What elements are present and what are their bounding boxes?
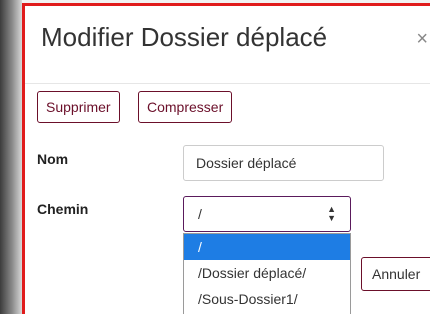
dialog-title: Modifier Dossier déplacé — [41, 22, 328, 52]
screen-frame: Modifier Dossier déplacé × Supprimer Com… — [0, 0, 430, 314]
dropdown-option[interactable]: / — [184, 234, 350, 260]
name-label: Nom — [37, 151, 69, 167]
dropdown-option[interactable]: /Dossier déplacé/ — [184, 260, 350, 286]
path-select-value: / — [198, 206, 202, 222]
cancel-button[interactable]: Annuler — [361, 257, 430, 291]
name-field[interactable]: Dossier déplacé — [183, 145, 384, 181]
path-label: Chemin — [37, 201, 89, 217]
path-dropdown-list: / /Dossier déplacé/ /Sous-Dossier1/ — [183, 233, 351, 314]
modal-dialog: Modifier Dossier déplacé × Supprimer Com… — [22, 3, 430, 314]
name-field-value: Dossier déplacé — [196, 155, 297, 171]
dropdown-option[interactable]: /Sous-Dossier1/ — [184, 286, 350, 312]
dialog-header: Modifier Dossier déplacé × — [25, 6, 430, 84]
compress-button[interactable]: Compresser — [138, 91, 233, 123]
background-shadow — [0, 0, 22, 314]
close-icon[interactable]: × — [416, 28, 428, 51]
select-arrows-icon: ▲ ▼ — [327, 204, 336, 223]
delete-button[interactable]: Supprimer — [37, 91, 120, 123]
path-select[interactable]: / ▲ ▼ — [183, 196, 351, 232]
